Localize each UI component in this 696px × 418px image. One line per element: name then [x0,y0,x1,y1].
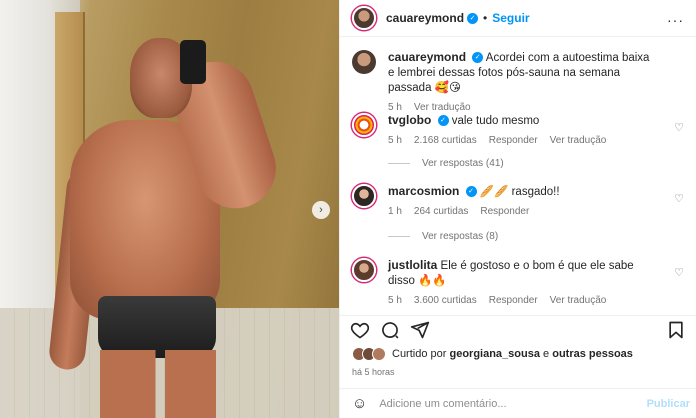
likes-summary[interactable]: Curtido por georgiana_sousa e outras pes… [352,347,633,361]
ellipsis-icon[interactable]: ··· [667,12,684,28]
liker-avatars [352,347,386,361]
reply-button[interactable]: Responder [489,295,538,306]
bookmark-icon[interactable] [666,320,686,340]
comment-item: tvglobo ✓ vale tudo mesmo 5 h 2.168 curt… [352,113,688,146]
photo-shorts [98,296,216,358]
heart-icon[interactable] [350,320,370,340]
comment-time: 5 h [388,135,402,146]
translate-link[interactable]: Ver tradução [550,295,607,306]
likes-prefix: Curtido por [392,348,447,360]
likes-joiner: e [543,348,550,360]
follow-button[interactable]: Seguir [492,11,529,25]
instagram-post-view: › cauareymond ✓ • Seguir ··· cauareymond… [0,0,696,418]
heart-icon[interactable]: ♡ [674,192,684,205]
emoji-icon[interactable]: ☺ [352,395,367,412]
comment-time: 5 h [388,295,402,306]
reply-button[interactable]: Responder [489,135,538,146]
reply-button[interactable]: Responder [480,206,529,217]
verified-icon: ✓ [465,186,477,198]
comment-text: vale tudo mesmo [451,115,540,127]
action-bar [340,315,696,341]
replies-line [388,163,410,164]
caption-avatar[interactable] [352,50,376,74]
separator-dot: • [483,11,488,25]
comment-item: marcosmion ✓ 🥖🥖 rasgado!! 1 h 264 curtid… [352,184,688,217]
heart-icon[interactable]: ♡ [674,266,684,279]
verified-icon: ✓ [467,12,479,24]
view-replies-button[interactable]: Ver respostas (8) [388,231,498,242]
comment-likes[interactable]: 264 curtidas [414,206,468,217]
author-avatar[interactable] [352,6,376,30]
comment-text: 🥖🥖 rasgado!! [479,186,560,198]
verified-icon: ✓ [437,115,449,127]
photo-phone [180,40,206,84]
verified-icon: ✓ [472,52,484,64]
author-username[interactable]: cauareymond [386,11,464,25]
view-replies-label: Ver respostas (41) [422,158,504,169]
chevron-right-icon: › [319,204,323,216]
post-photo[interactable]: › [0,0,339,418]
photo-legs [100,350,216,418]
comment-icon[interactable] [380,320,400,340]
likes-user[interactable]: georgiana_sousa [449,348,539,360]
comment-box: ☺ Adicione um comentário... Publicar [340,388,696,418]
heart-icon[interactable]: ♡ [674,121,684,134]
post-time: há 5 horas [352,367,395,377]
view-replies-label: Ver respostas (8) [422,231,499,242]
comment-author[interactable]: tvglobo [388,113,431,127]
likes-others[interactable]: outras pessoas [552,348,633,360]
comment-likes[interactable]: 3.600 curtidas [414,295,477,306]
comment-avatar[interactable] [352,258,376,282]
comment-input[interactable]: Adicione um comentário... [379,398,506,410]
caption: cauareymond ✓ Acordei com a autoestima b… [352,50,688,113]
next-photo-button[interactable]: › [312,201,330,219]
comment-author[interactable]: justlolita [388,258,437,272]
translate-link[interactable]: Ver tradução [550,135,607,146]
comment-likes[interactable]: 2.168 curtidas [414,135,477,146]
caption-author[interactable]: cauareymond [388,50,466,64]
view-replies-button[interactable]: Ver respostas (41) [388,158,504,169]
comment-author[interactable]: marcosmion [388,184,459,198]
caption-translate-link[interactable]: Ver tradução [414,102,471,113]
comments-list[interactable]: cauareymond ✓ Acordei com a autoestima b… [340,38,696,308]
comment-avatar[interactable] [352,113,376,137]
comment-item: justlolita Ele é gostoso e o bom é que e… [352,258,688,306]
caption-time: 5 h [388,102,402,113]
comment-time: 1 h [388,206,402,217]
replies-line [388,236,410,237]
post-panel: cauareymond ✓ • Seguir ··· cauareymond ✓… [339,0,696,418]
post-header: cauareymond ✓ • Seguir ··· [340,0,696,37]
publish-button[interactable]: Publicar [647,398,690,410]
liker-avatar [372,347,386,361]
share-icon[interactable] [410,320,430,340]
comment-avatar[interactable] [352,184,376,208]
